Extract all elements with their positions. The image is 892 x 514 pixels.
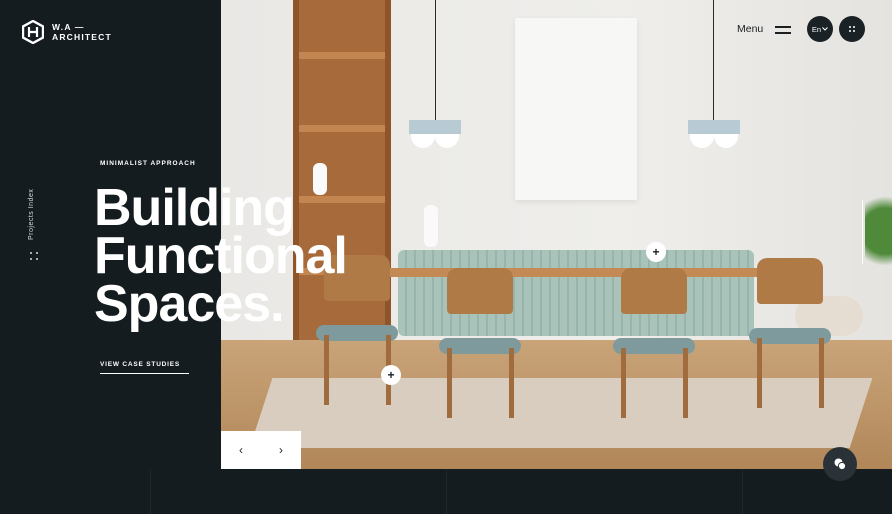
chair: [439, 268, 521, 418]
chair: [749, 258, 831, 408]
chevron-left-icon[interactable]: ‹: [221, 431, 261, 469]
bottom-grid: [0, 469, 892, 514]
hotspot-button[interactable]: +: [646, 242, 666, 262]
language-selector[interactable]: En: [807, 16, 833, 42]
hexagon-logo-icon: [22, 20, 44, 44]
hotspot-button[interactable]: +: [381, 365, 401, 385]
pendant-lamp: [409, 120, 461, 134]
headline-line: Building: [94, 179, 295, 237]
hero-headline: Building Functional Spaces.: [94, 179, 348, 333]
projects-index-link[interactable]: Projects Index: [28, 189, 35, 240]
chair: [613, 268, 695, 418]
wall-frame: [515, 18, 637, 200]
headline-line: Functional: [94, 227, 348, 285]
grid-dots-icon: [849, 26, 851, 28]
apps-button[interactable]: [839, 16, 865, 42]
brand-name: W.A — ARCHITECT: [52, 22, 112, 42]
menu-label[interactable]: Menu: [737, 23, 763, 35]
brand-name-line1: W.A —: [52, 22, 85, 32]
scroll-indicator: [862, 200, 863, 264]
grid-dots-icon[interactable]: [30, 252, 40, 262]
pendant-lamp: [688, 120, 740, 134]
slider-navigation: ‹ ›: [221, 431, 301, 469]
chevron-right-icon[interactable]: ›: [261, 431, 301, 469]
brand-name-line2: ARCHITECT: [52, 32, 112, 42]
headline-line: Spaces.: [94, 275, 285, 333]
language-label: En: [811, 24, 822, 34]
hamburger-icon[interactable]: [775, 26, 791, 34]
chevron-down-icon: [822, 27, 828, 31]
view-case-studies-link[interactable]: VIEW CASE STUDIES: [100, 361, 189, 374]
table-vase: [424, 205, 438, 247]
hero-eyebrow: MINIMALIST APPROACH: [100, 160, 196, 167]
brand-logo[interactable]: W.A — ARCHITECT: [22, 20, 112, 44]
plant: [865, 195, 892, 285]
